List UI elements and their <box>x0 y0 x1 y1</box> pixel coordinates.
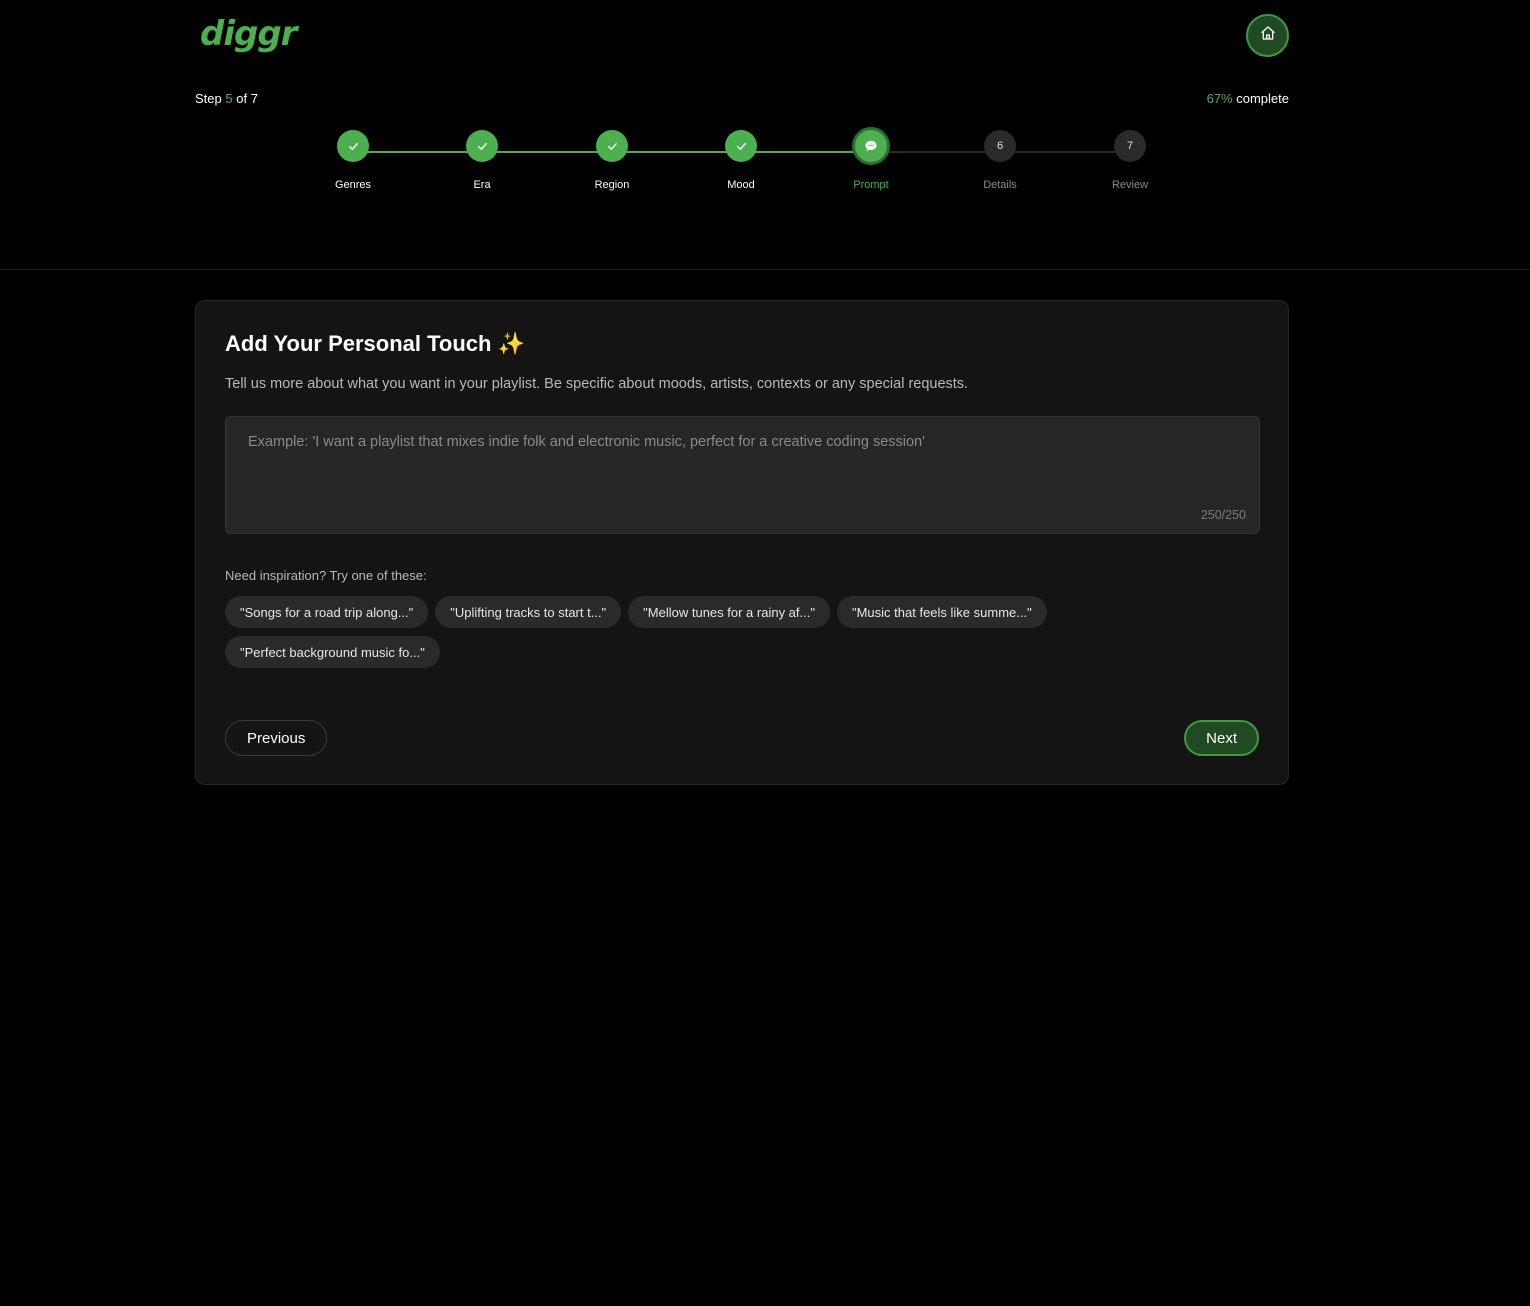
suggestion-chip[interactable]: "Perfect background music fo..." <box>225 636 440 668</box>
check-icon <box>337 130 369 162</box>
step-number: 6 <box>984 130 1016 162</box>
step-region[interactable]: Region <box>562 128 662 191</box>
step-label: Region <box>594 179 630 191</box>
home-button[interactable] <box>1246 14 1289 57</box>
prompt-box: 250/250 <box>225 416 1260 534</box>
step-number: 7 <box>1114 130 1146 162</box>
suggestion-chip[interactable]: "Mellow tunes for a rainy af..." <box>628 596 830 628</box>
step-label: Prompt <box>853 179 889 191</box>
step-review[interactable]: 7 Review <box>1080 128 1180 191</box>
step-label: Details <box>983 179 1017 191</box>
step-prompt[interactable]: Prompt <box>821 127 921 191</box>
suggestion-chips: "Songs for a road trip along..." "Uplift… <box>225 596 1125 668</box>
check-icon <box>725 130 757 162</box>
percent-suffix: complete <box>1236 91 1289 106</box>
prompt-textarea[interactable] <box>226 417 1259 533</box>
step-suffix: of 7 <box>236 91 258 106</box>
step-label: Genres <box>334 179 372 191</box>
next-button[interactable]: Next <box>1184 720 1259 756</box>
current-step-number: 5 <box>225 91 233 106</box>
progress-stepper: Genres Era Region Mood Prompt 6 Details … <box>300 127 1230 198</box>
step-label: Era <box>473 179 491 191</box>
inspiration-label: Need inspiration? Try one of these: <box>225 568 427 583</box>
top-header: diggr Step 5 of 7 67% complete Genres Er… <box>0 0 1530 270</box>
step-indicator: Step 5 of 7 <box>195 91 258 106</box>
suggestion-chip[interactable]: "Music that feels like summe..." <box>836 596 1047 628</box>
card-title: Add Your Personal Touch ✨ <box>225 331 525 356</box>
char-counter: 250/250 <box>1200 508 1246 522</box>
chat-bubble-icon <box>852 127 890 165</box>
card-subtitle: Tell us more about what you want in your… <box>225 376 969 392</box>
percent-complete: 67% complete <box>1207 91 1289 106</box>
check-icon <box>596 130 628 162</box>
step-genres[interactable]: Genres <box>303 128 403 191</box>
percent-value: 67% <box>1206 91 1233 106</box>
step-label: Mood <box>727 179 755 191</box>
suggestion-chip[interactable]: "Songs for a road trip along..." <box>225 596 429 628</box>
step-details[interactable]: 6 Details <box>950 128 1050 191</box>
home-icon <box>1260 25 1276 46</box>
step-era[interactable]: Era <box>432 128 532 191</box>
suggestion-chip[interactable]: "Uplifting tracks to start t..." <box>435 596 622 628</box>
diggr-logo[interactable]: diggr <box>200 14 297 54</box>
check-icon <box>466 130 498 162</box>
step-prefix: Step <box>195 91 222 106</box>
prompt-card: Add Your Personal Touch ✨ Tell us more a… <box>195 300 1289 785</box>
step-mood[interactable]: Mood <box>691 128 791 191</box>
step-label: Review <box>1111 179 1149 191</box>
previous-button[interactable]: Previous <box>225 720 328 756</box>
